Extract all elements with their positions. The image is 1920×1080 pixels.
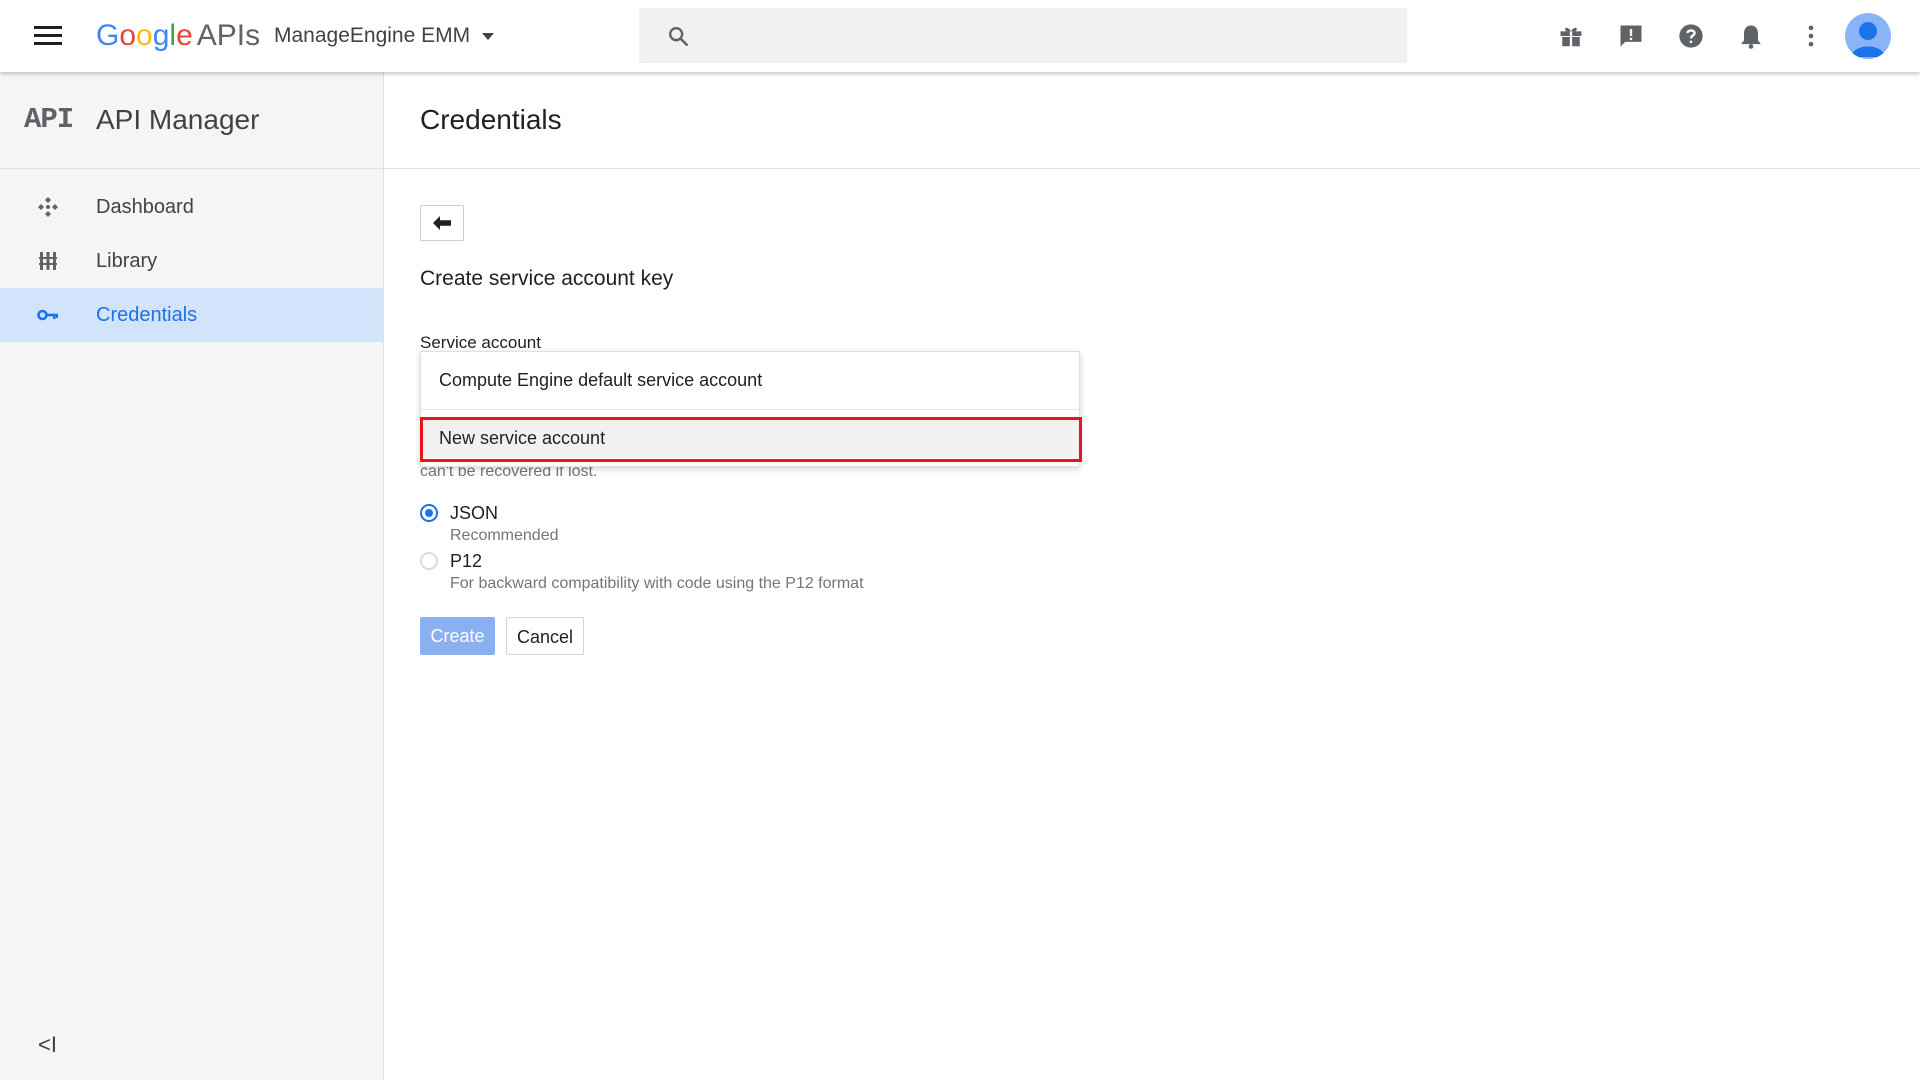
top-app-bar: Google APIs ManageEngine EMM <box>0 0 1920 72</box>
sidebar-title: API Manager <box>96 104 260 135</box>
collapse-sidebar-icon[interactable]: <I <box>38 1032 57 1058</box>
sidebar: API API Manager Dashboard Library Creden… <box>0 72 384 1080</box>
caret-down-icon <box>482 32 495 40</box>
radio-label: P12 <box>450 551 483 571</box>
sidebar-item-credentials[interactable]: Credentials <box>0 288 383 342</box>
logo-letter: o <box>136 19 153 52</box>
radio-sublabel: For backward compatibility with code usi… <box>450 575 864 592</box>
radio-json[interactable] <box>420 504 438 522</box>
arrow-back-icon <box>433 216 451 230</box>
help-icon[interactable] <box>1677 22 1705 50</box>
project-selector[interactable]: ManageEngine EMM <box>274 22 495 50</box>
page-title: Credentials <box>420 104 562 135</box>
account-avatar[interactable] <box>1845 13 1891 59</box>
dropdown-option-compute-engine[interactable]: Compute Engine default service account <box>421 352 1079 408</box>
apis-wordmark: APIs <box>196 19 261 52</box>
library-icon <box>39 252 57 270</box>
logo-letter: G <box>96 19 120 52</box>
google-wordmark: Google <box>96 19 193 52</box>
radio-sublabel: Recommended <box>450 527 559 544</box>
main-header: Credentials <box>384 72 1920 169</box>
dropdown-divider <box>421 409 1079 410</box>
dropdown-option-label: Compute Engine default service account <box>439 370 763 390</box>
feedback-icon[interactable] <box>1617 22 1645 50</box>
gift-icon[interactable] <box>1557 22 1585 50</box>
google-apis-logo[interactable]: Google APIs <box>96 18 260 54</box>
dropdown-option-label: New service account <box>439 428 606 448</box>
main-menu-icon[interactable] <box>34 26 62 46</box>
back-button[interactable] <box>420 205 464 241</box>
notifications-icon[interactable] <box>1737 22 1765 50</box>
dropdown-option-new-service-account[interactable]: New service account <box>421 418 1079 458</box>
logo-letter: e <box>176 19 193 52</box>
search-icon <box>669 27 688 46</box>
api-logo-mark: API <box>24 103 74 136</box>
section-title: Create service account key <box>420 267 674 290</box>
sidebar-item-library[interactable]: Library <box>0 234 383 288</box>
sidebar-item-label: Dashboard <box>96 196 194 218</box>
logo-letter: g <box>152 19 170 52</box>
key-icon <box>37 309 58 321</box>
logo-letter: o <box>119 19 137 52</box>
sidebar-header: API API Manager <box>0 72 383 169</box>
search-bar[interactable] <box>639 8 1407 63</box>
service-account-dropdown-menu: Compute Engine default service account N… <box>420 351 1080 467</box>
sidebar-item-dashboard[interactable]: Dashboard <box>0 180 383 234</box>
cancel-button[interactable]: Cancel <box>506 617 584 655</box>
radio-label: JSON <box>450 503 499 523</box>
sidebar-item-label: Library <box>96 250 158 272</box>
dashboard-icon <box>38 197 58 217</box>
search-input[interactable] <box>707 16 1391 56</box>
more-vert-icon[interactable] <box>1797 22 1825 50</box>
main-content: Credentials Create service account key S… <box>384 72 1920 1080</box>
project-name: ManageEngine EMM <box>274 24 471 47</box>
sidebar-item-label: Credentials <box>96 304 198 326</box>
create-button[interactable]: Create <box>420 617 495 655</box>
radio-p12[interactable] <box>420 552 438 570</box>
